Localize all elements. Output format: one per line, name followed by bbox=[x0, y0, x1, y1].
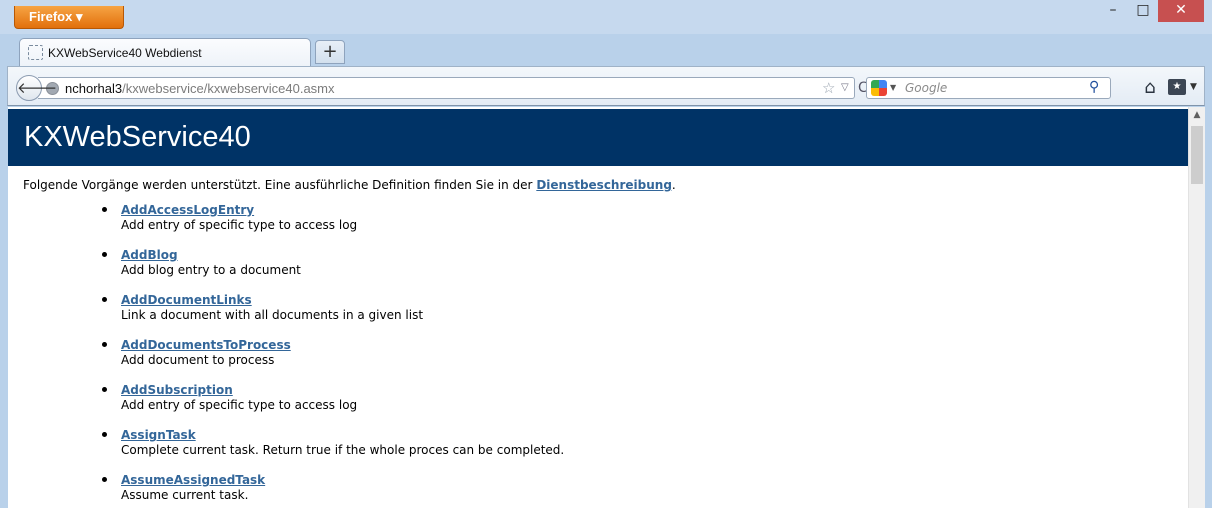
operation-description: Link a document with all documents in a … bbox=[121, 308, 424, 322]
operation-link[interactable]: AssignTask bbox=[121, 428, 196, 442]
new-tab-button[interactable]: + bbox=[315, 40, 345, 64]
operation-link[interactable]: AddDocumentsToProcess bbox=[121, 338, 291, 352]
dropdown-icon[interactable]: ▽ bbox=[841, 82, 849, 93]
bullet bbox=[102, 207, 107, 212]
chevron-down-icon[interactable]: ▼ bbox=[1190, 82, 1197, 92]
bullet bbox=[102, 432, 107, 437]
page-content: KXWebService40 Folgende Vorgänge werden … bbox=[8, 107, 1188, 508]
operation-description: Assume current task. bbox=[121, 488, 249, 502]
operation-description: Complete current task. Return true if th… bbox=[121, 443, 565, 457]
page-title: KXWebService40 bbox=[24, 121, 251, 153]
search-placeholder[interactable]: Google bbox=[905, 81, 947, 95]
operation-description: Add entry of specific type to access log bbox=[121, 218, 358, 232]
google-icon[interactable] bbox=[871, 80, 887, 96]
scroll-up-icon[interactable]: ▲ bbox=[1189, 107, 1205, 124]
intro-body: Folgende Vorgänge werden unterstützt. Ei… bbox=[23, 178, 537, 192]
page-icon bbox=[28, 45, 43, 60]
url-host: nchorhal3 bbox=[65, 81, 123, 96]
search-icon[interactable]: ⚲ bbox=[1089, 79, 1099, 95]
operation-link[interactable]: AssumeAssignedTask bbox=[121, 473, 265, 487]
star-icon[interactable]: ☆ bbox=[822, 79, 835, 97]
search-bar[interactable]: ▼ Google ⚲ bbox=[866, 77, 1111, 99]
service-description-link[interactable]: Dienstbeschreibung bbox=[536, 178, 672, 192]
operation-description: Add blog entry to a document bbox=[121, 263, 301, 277]
intro-suffix: . bbox=[671, 178, 676, 192]
window-controls: – □ ✕ bbox=[1098, 0, 1204, 22]
tab-active[interactable]: KXWebService40 Webdienst bbox=[19, 38, 311, 66]
bullet bbox=[102, 342, 107, 347]
bullet bbox=[102, 477, 107, 482]
header-band: KXWebService40 bbox=[8, 109, 1188, 166]
back-button[interactable]: 🡐 bbox=[16, 75, 57, 101]
operation-link[interactable]: AddAccessLogEntry bbox=[121, 203, 254, 217]
operation-description: Add document to process bbox=[121, 353, 275, 367]
vertical-scrollbar[interactable]: ▲ bbox=[1188, 107, 1205, 508]
scroll-thumb[interactable] bbox=[1191, 126, 1203, 184]
window-border-right bbox=[1205, 107, 1212, 508]
maximize-button[interactable]: □ bbox=[1128, 0, 1158, 22]
url-bar[interactable]: nchorhal3/kxwebservice/kxwebservice40.as… bbox=[38, 77, 868, 99]
close-button[interactable]: ✕ bbox=[1158, 0, 1204, 22]
operation-link[interactable]: AddSubscription bbox=[121, 383, 233, 397]
bookmarks-icon[interactable]: ★ bbox=[1168, 79, 1186, 95]
url-text[interactable]: nchorhal3/kxwebservice/kxwebservice40.as… bbox=[65, 81, 335, 96]
home-icon[interactable]: ⌂ bbox=[1138, 76, 1162, 100]
firefox-menu-button[interactable]: Firefox ▾ bbox=[14, 6, 124, 29]
operation-description: Add entry of specific type to access log bbox=[121, 398, 358, 412]
bullet bbox=[102, 297, 107, 302]
intro-text: Folgende Vorgänge werden unterstützt. Ei… bbox=[23, 178, 676, 192]
minimize-button[interactable]: – bbox=[1098, 0, 1128, 22]
operation-link[interactable]: AddDocumentLinks bbox=[121, 293, 252, 307]
bullet bbox=[102, 252, 107, 257]
back-arrow-icon: 🡐 bbox=[17, 79, 58, 97]
bullet bbox=[102, 387, 107, 392]
chevron-down-icon[interactable]: ▼ bbox=[890, 83, 896, 92]
url-path: /kxwebservice/kxwebservice40.asmx bbox=[122, 81, 335, 96]
operation-link[interactable]: AddBlog bbox=[121, 248, 178, 262]
title-bar bbox=[0, 0, 1212, 34]
tab-title: KXWebService40 Webdienst bbox=[48, 45, 202, 60]
window-border-left bbox=[0, 107, 8, 508]
